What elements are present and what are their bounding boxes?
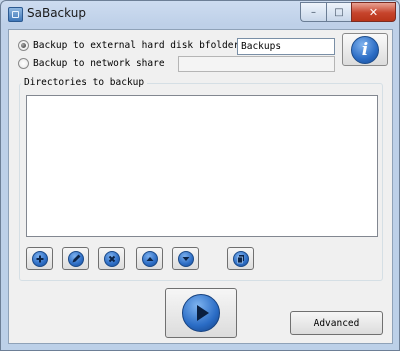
- remove-directory-button[interactable]: [98, 247, 125, 270]
- move-up-icon: [141, 250, 158, 267]
- network-share-label: Backup to network share: [33, 58, 165, 69]
- move-down-button[interactable]: [172, 247, 199, 270]
- title-bar[interactable]: SaBackup – □ ✕: [1, 1, 399, 27]
- directories-group-label: Directories to backup: [21, 77, 148, 88]
- copy-icon: [232, 250, 249, 267]
- edit-icon: [67, 250, 84, 267]
- main-panel: Backup to external hard disk bfolder: Ba…: [8, 29, 393, 344]
- copy-button[interactable]: [227, 247, 254, 270]
- add-icon: [31, 250, 48, 267]
- network-share-option[interactable]: Backup to network share: [18, 58, 165, 69]
- directories-list[interactable]: [26, 95, 378, 237]
- folder-name-input[interactable]: [237, 38, 335, 55]
- move-down-icon: [177, 250, 194, 267]
- remove-icon: [103, 250, 120, 267]
- advanced-button[interactable]: Advanced: [290, 311, 383, 335]
- close-button[interactable]: ✕: [351, 2, 396, 22]
- maximize-button[interactable]: □: [326, 2, 351, 22]
- edit-directory-button[interactable]: [62, 247, 89, 270]
- app-icon[interactable]: [8, 7, 23, 22]
- info-button[interactable]: i: [342, 33, 388, 66]
- play-icon: [182, 294, 220, 332]
- external-drive-radio[interactable]: [18, 40, 29, 51]
- minimize-button[interactable]: –: [300, 2, 326, 22]
- window-title: SaBackup: [27, 6, 86, 20]
- external-drive-label: Backup to external hard disk: [33, 40, 194, 51]
- info-icon: i: [351, 35, 379, 64]
- start-backup-button[interactable]: [165, 288, 237, 338]
- add-directory-button[interactable]: [26, 247, 53, 270]
- network-share-radio[interactable]: [18, 58, 29, 69]
- network-share-input[interactable]: [178, 56, 335, 72]
- external-drive-option[interactable]: Backup to external hard disk bfolder:: [18, 40, 245, 51]
- move-up-button[interactable]: [136, 247, 163, 270]
- app-window: SaBackup – □ ✕ Backup to external hard d…: [0, 0, 400, 351]
